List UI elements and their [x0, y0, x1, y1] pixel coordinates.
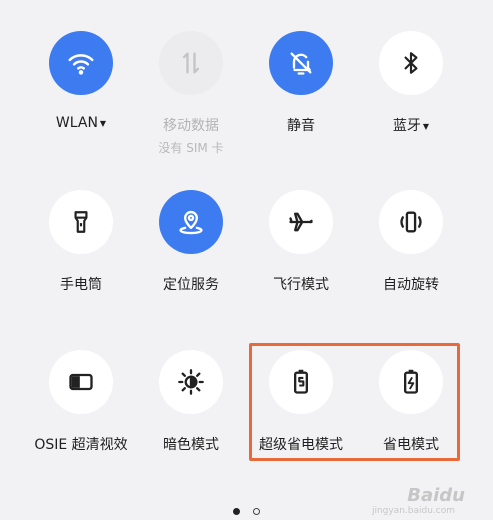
page-dot-1[interactable] — [232, 508, 240, 515]
tile-wlan[interactable]: WLAN ▼ — [26, 31, 136, 131]
mute-label: 静音 — [287, 118, 315, 134]
osie-toggle[interactable] — [49, 350, 113, 414]
flashlight-icon — [74, 211, 88, 233]
wifi-icon — [68, 54, 94, 75]
tile-location[interactable]: 定位服务 — [136, 190, 246, 294]
auto-rotate-label: 自动旋转 — [383, 277, 439, 293]
wlan-label: WLAN ▼ — [55, 115, 107, 131]
caret-down-icon[interactable]: ▼ — [423, 122, 429, 131]
bluetooth-label: 蓝牙 ▼ — [392, 118, 430, 134]
baidu-watermark-url: jingyan.baidu.com — [371, 506, 455, 516]
osie-label: OSIE 超清视效 — [34, 437, 128, 453]
rotate-phone-icon — [400, 211, 422, 233]
location-label: 定位服务 — [163, 277, 219, 293]
mobile-data-toggle[interactable] — [159, 31, 223, 95]
tile-mobile-data[interactable]: 移动数据 没有 SIM 卡 — [136, 31, 246, 156]
bell-off-icon — [290, 52, 312, 75]
tile-osie[interactable]: OSIE 超清视效 — [26, 350, 136, 454]
baidu-watermark: Baidu — [407, 485, 465, 506]
auto-rotate-toggle[interactable] — [379, 190, 443, 254]
location-toggle[interactable] — [159, 190, 223, 254]
bluetooth-toggle[interactable] — [379, 31, 443, 95]
airplane-label: 飞行模式 — [273, 277, 329, 293]
airplane-toggle[interactable] — [269, 190, 333, 254]
bluetooth-icon — [404, 52, 418, 74]
tile-bluetooth[interactable]: 蓝牙 ▼ — [356, 31, 466, 135]
no-sim-label: 没有 SIM 卡 — [158, 141, 224, 155]
flashlight-label: 手电筒 — [60, 277, 102, 293]
wlan-toggle[interactable] — [49, 31, 113, 95]
tile-mute[interactable]: 静音 — [246, 31, 356, 135]
location-pin-icon — [179, 210, 203, 235]
mute-toggle[interactable] — [269, 31, 333, 95]
brightness-icon — [178, 369, 204, 395]
dark-mode-toggle[interactable] — [159, 350, 223, 414]
page-dot-2[interactable] — [253, 508, 261, 515]
osie-display-icon — [69, 373, 93, 391]
tile-flashlight[interactable]: 手电筒 — [26, 190, 136, 294]
arrows-updown-icon — [182, 52, 200, 74]
flashlight-toggle[interactable] — [49, 190, 113, 254]
dark-mode-label: 暗色模式 — [163, 437, 219, 453]
tile-auto-rotate[interactable]: 自动旋转 — [356, 190, 466, 294]
mobile-data-label: 移动数据 — [163, 118, 219, 134]
tile-dark-mode[interactable]: 暗色模式 — [136, 350, 246, 454]
caret-down-icon[interactable]: ▼ — [100, 119, 106, 128]
airplane-icon — [289, 212, 313, 232]
highlight-box — [249, 343, 460, 461]
tile-airplane[interactable]: 飞行模式 — [246, 190, 356, 294]
